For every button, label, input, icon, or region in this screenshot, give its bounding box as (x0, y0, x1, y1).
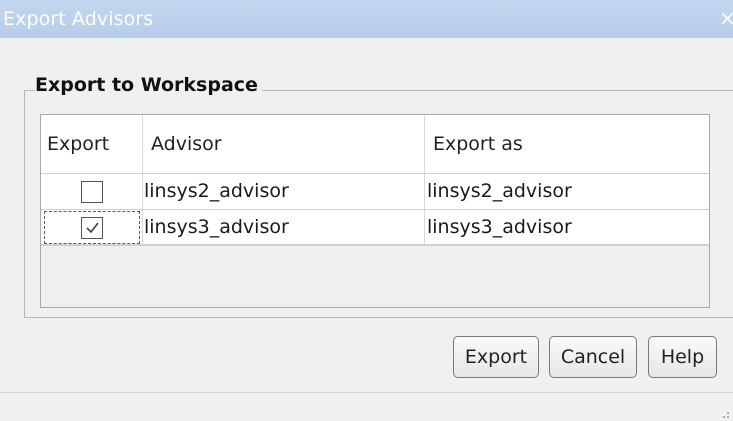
help-button[interactable]: Help (648, 336, 717, 378)
table-row[interactable]: linsys3_advisor linsys3_advisor (41, 209, 709, 245)
export-as-cell[interactable]: linsys3_advisor (425, 210, 709, 245)
advisors-table: Export Advisor Export as linsys2_advisor… (40, 114, 710, 308)
resize-grip-icon[interactable] (718, 407, 730, 419)
status-bar (0, 392, 733, 421)
export-checkbox[interactable] (81, 181, 103, 203)
table-row[interactable]: linsys2_advisor linsys2_advisor (41, 173, 709, 209)
column-header-export-as[interactable]: Export as (425, 115, 709, 173)
column-header-export[interactable]: Export (41, 115, 143, 173)
export-cell (41, 210, 143, 245)
export-cell (41, 174, 143, 209)
table-empty-area (41, 245, 709, 307)
export-button[interactable]: Export (453, 336, 539, 378)
title-bar: Export Advisors × (0, 0, 733, 38)
advisor-cell[interactable]: linsys3_advisor (143, 210, 425, 245)
group-label: Export to Workspace (35, 74, 262, 96)
export-as-cell[interactable]: linsys2_advisor (425, 174, 709, 209)
export-checkbox[interactable] (81, 217, 103, 239)
column-header-advisor[interactable]: Advisor (143, 115, 425, 173)
checkmark-icon (86, 222, 99, 234)
close-icon[interactable]: × (719, 6, 733, 30)
cancel-button[interactable]: Cancel (549, 336, 637, 378)
window-title: Export Advisors (3, 8, 154, 30)
advisor-cell[interactable]: linsys2_advisor (143, 174, 425, 209)
